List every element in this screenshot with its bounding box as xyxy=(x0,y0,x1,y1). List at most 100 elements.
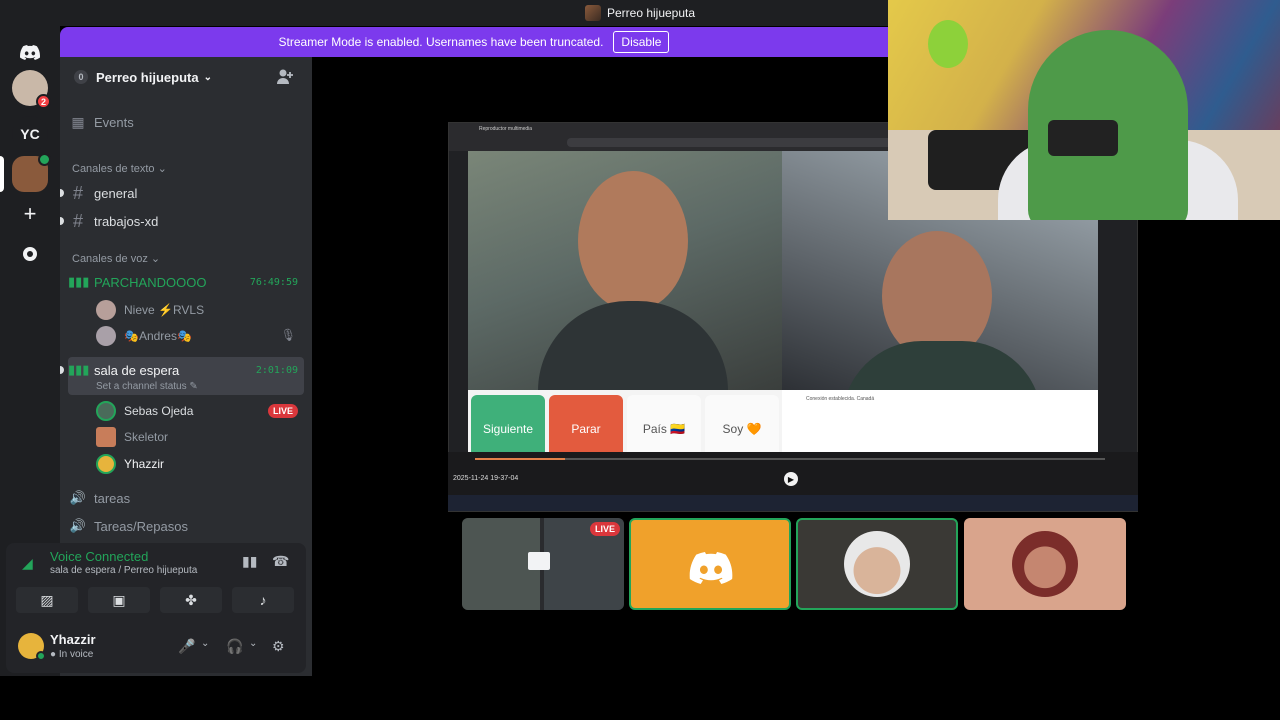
play-icon[interactable]: ▶ xyxy=(784,472,798,486)
channel-general-label: general xyxy=(94,185,138,201)
server-perreo[interactable] xyxy=(12,153,51,192)
user-status-label: In voice xyxy=(58,649,94,660)
username[interactable]: Yhazzir xyxy=(50,632,96,647)
voice-member[interactable]: Nieve ⚡RVLS xyxy=(96,300,204,320)
participant-tile-portrait[interactable] xyxy=(964,518,1126,610)
server-yc-label: YC xyxy=(20,126,40,142)
gender-button-label: Soy 🧡 xyxy=(722,422,762,436)
member-name: Skeletor xyxy=(124,430,169,444)
microphone-icon[interactable]: 🎤 xyxy=(178,638,195,655)
channel-trabajos-xd-label: trabajos-xd xyxy=(94,213,159,229)
browser-url-bar xyxy=(567,138,917,147)
selected-server-pill xyxy=(0,156,4,192)
avatar xyxy=(844,531,910,597)
unread-indicator xyxy=(60,366,64,374)
windows-taskbar xyxy=(448,495,1138,511)
chevron-down-icon[interactable]: ⌄ xyxy=(201,638,209,649)
speaker-icon: 🔊 xyxy=(69,490,87,505)
voice-channel-label: tareas xyxy=(94,490,131,506)
guild-name: Perreo hijueputa xyxy=(96,69,199,85)
channel-general[interactable]: # general xyxy=(60,182,304,203)
participant-tile-sunglasses[interactable] xyxy=(796,518,958,610)
hash-icon: # xyxy=(72,210,83,231)
channel-status[interactable]: Set a channel status ✎ xyxy=(96,381,198,392)
voice-member[interactable]: Sebas Ojeda xyxy=(96,401,193,421)
voice-connected-subtitle[interactable]: sala de espera / Perreo hijueputa xyxy=(50,565,197,576)
avatar xyxy=(96,427,116,447)
microphone xyxy=(1048,120,1118,156)
streamer-mode-text: Streamer Mode is enabled. Usernames have… xyxy=(278,35,604,49)
avatar xyxy=(96,326,116,346)
noise-suppression-icon[interactable]: ▮▮ xyxy=(242,553,257,570)
channel-trabajos-xd[interactable]: # trabajos-xd xyxy=(60,210,304,231)
avatar xyxy=(96,300,116,320)
seek-bar[interactable] xyxy=(475,458,1105,460)
calendar-icon: ▦ xyxy=(71,113,85,130)
add-server-icon[interactable]: + xyxy=(12,196,48,232)
voice-connected-title: Voice Connected xyxy=(50,549,149,564)
voice-channel-label: PARCHANDOOOO xyxy=(94,274,207,290)
voice-member[interactable]: Skeletor xyxy=(96,427,168,447)
dm-avatar[interactable]: 2 xyxy=(12,70,51,109)
activities-button[interactable]: ✤ xyxy=(160,587,222,613)
screen-share-button[interactable]: ▣ xyxy=(88,587,150,613)
explore-icon[interactable] xyxy=(12,236,48,272)
voice-member[interactable]: 🎭Andres🎭 xyxy=(96,326,192,346)
stranger-camera xyxy=(468,151,782,411)
live-badge: LIVE xyxy=(589,522,620,536)
streamer-mode-banner: Streamer Mode is enabled. Usernames have… xyxy=(60,27,888,57)
channel-status-label: Set a channel status xyxy=(96,381,187,392)
gear-icon[interactable]: ⚙ xyxy=(272,638,285,655)
server-icon xyxy=(584,5,601,21)
discord-app: Perreo hijueputa 2 YC + Streamer Mode is… xyxy=(0,0,1280,720)
camera-off-button[interactable]: ▨ xyxy=(16,587,78,613)
voice-channel-label: sala de espera xyxy=(94,362,180,378)
voice-category[interactable]: Canales de voz ⌄ xyxy=(72,252,160,265)
person-face xyxy=(578,171,688,311)
voice-channel-tareas[interactable]: 🔊 tareas xyxy=(68,489,304,507)
voice-timer: 76:49:59 xyxy=(249,276,298,288)
seek-progress xyxy=(475,458,565,460)
user-panel: Yhazzir ● In voice 🎤 ⌄ 🎧 ⌄ ⚙ xyxy=(6,621,306,673)
participant-tile-default[interactable] xyxy=(629,518,791,610)
screen-share-icon: ▣ xyxy=(112,591,126,608)
guild-header[interactable]: 0 Perreo hijueputa ⌄ xyxy=(60,57,312,97)
chat-message: Conexión establecida. Canadá xyxy=(806,396,875,402)
browser-tab-title: Reproductor multimedia xyxy=(479,126,533,132)
text-category[interactable]: Canales de texto ⌄ xyxy=(72,162,167,175)
voice-channel-tareas-repasos[interactable]: 🔊 Tareas/Repasos xyxy=(68,517,304,535)
disconnect-icon[interactable]: ☎ xyxy=(272,553,289,570)
voice-indicator-icon xyxy=(38,153,51,166)
member-name: Sebas Ojeda xyxy=(124,404,194,418)
guild-boost-count: 0 xyxy=(74,70,88,84)
voice-channel-sala-de-espera[interactable]: ▮▮▮ sala de espera 2:01:09 xyxy=(60,361,304,379)
headphones-icon[interactable]: 🎧 xyxy=(226,638,243,655)
disable-button[interactable]: Disable xyxy=(613,31,670,53)
next-button-label: Siguiente xyxy=(482,422,534,436)
dm-unread-badge: 2 xyxy=(36,94,51,109)
text-category-label: Canales de texto xyxy=(72,163,155,175)
invite-icon[interactable] xyxy=(276,68,294,86)
voice-channel-parchandoooo[interactable]: ▮▮▮ PARCHANDOOOO 76:49:59 xyxy=(68,272,304,292)
soundboard-button[interactable]: ♪ xyxy=(232,587,294,613)
events-item[interactable]: ▦ Events xyxy=(68,113,304,131)
voice-timer: 2:01:09 xyxy=(255,364,298,376)
soundboard-icon: ♪ xyxy=(259,592,267,608)
member-name: Nieve ⚡RVLS xyxy=(124,303,205,317)
online-status-icon xyxy=(36,651,46,661)
streamer-webcam xyxy=(888,0,1280,220)
discord-home-icon[interactable] xyxy=(12,34,48,70)
voice-category-label: Canales de voz xyxy=(72,253,148,265)
voice-active-icon: ▮▮▮ xyxy=(68,274,90,289)
avatar xyxy=(96,401,116,421)
voice-member[interactable]: Yhazzir xyxy=(96,454,164,474)
live-badge: LIVE xyxy=(267,404,298,418)
stream-preview-tile[interactable]: LIVE xyxy=(462,518,624,610)
unread-indicator xyxy=(60,217,64,225)
chevron-down-icon[interactable]: ⌄ xyxy=(249,638,257,649)
hash-icon: # xyxy=(72,182,83,203)
signal-icon: ◢ xyxy=(22,555,33,571)
server-yc[interactable]: YC xyxy=(12,116,48,152)
voice-connection-panel: ◢ Voice Connected sala de espera / Perre… xyxy=(6,543,306,621)
avatar xyxy=(1012,531,1078,597)
